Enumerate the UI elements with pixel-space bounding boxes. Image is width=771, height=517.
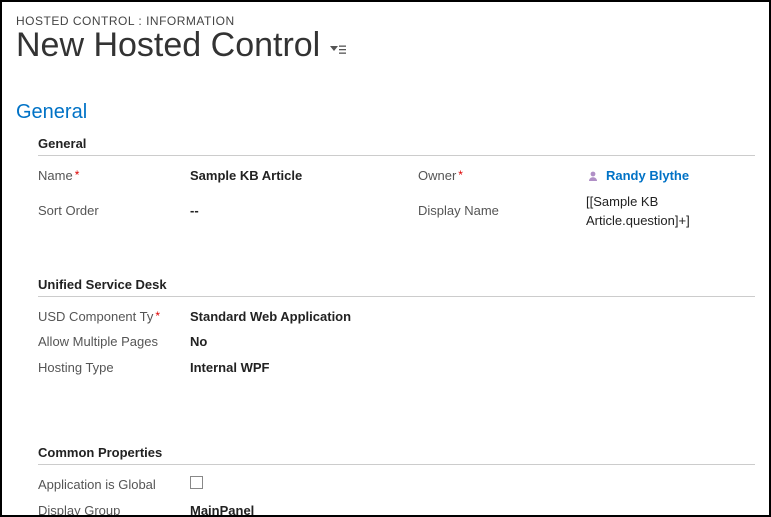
name-label-text: Name [38, 168, 73, 183]
subsection-title-usd: Unified Service Desk [38, 277, 755, 297]
hostingtype-value[interactable]: Internal WPF [190, 358, 269, 378]
sortorder-value[interactable]: -- [190, 201, 199, 221]
sortorder-label: Sort Order [38, 201, 190, 221]
required-asterisk-icon: * [155, 309, 160, 323]
allowmulti-value[interactable]: No [190, 332, 207, 352]
required-asterisk-icon: * [75, 168, 80, 182]
row-componenttype: USD Component Ty* Standard Web Applicati… [38, 307, 755, 327]
row-name-owner: Name* Sample KB Article Owner* Randy Bly… [38, 166, 755, 186]
page-title: New Hosted Control [16, 26, 320, 65]
displaygroup-value[interactable]: MainPanel [190, 501, 254, 517]
person-icon [586, 169, 600, 183]
hostingtype-label: Hosting Type [38, 358, 190, 378]
required-asterisk-icon: * [458, 168, 463, 182]
owner-value[interactable]: Randy Blythe [586, 166, 689, 186]
appglobal-label: Application is Global [38, 475, 190, 495]
row-appglobal: Application is Global [38, 475, 755, 495]
componenttype-label: USD Component Ty* [38, 307, 190, 327]
owner-label-text: Owner [418, 168, 456, 183]
displayname-label: Display Name [418, 201, 586, 221]
name-label: Name* [38, 166, 190, 186]
row-sortorder-displayname: Sort Order -- Display Name [[Sample KB A… [38, 192, 755, 231]
row-displaygroup: Display Group MainPanel [38, 501, 755, 517]
owner-label: Owner* [418, 166, 586, 186]
name-value[interactable]: Sample KB Article [190, 166, 302, 186]
title-row: New Hosted Control [16, 26, 755, 65]
subsection-title-common: Common Properties [38, 445, 755, 465]
section-header-general[interactable]: General [16, 101, 755, 124]
subsection-title-general: General [38, 136, 755, 156]
componenttype-label-text: USD Component Ty [38, 309, 153, 324]
owner-link[interactable]: Randy Blythe [606, 166, 689, 186]
row-allowmulti: Allow Multiple Pages No [38, 332, 755, 352]
displayname-value[interactable]: [[Sample KB Article.question]+] [586, 192, 755, 231]
displaygroup-label: Display Group [38, 501, 190, 517]
form-selector-icon[interactable] [330, 34, 346, 58]
row-hostingtype: Hosting Type Internal WPF [38, 358, 755, 378]
componenttype-value[interactable]: Standard Web Application [190, 307, 351, 327]
subsection-general: General Name* Sample KB Article Owner* R… [38, 136, 755, 517]
form-window: HOSTED CONTROL : INFORMATION New Hosted … [0, 0, 771, 517]
allowmulti-label: Allow Multiple Pages [38, 332, 190, 352]
appglobal-value [190, 475, 203, 495]
appglobal-checkbox[interactable] [190, 476, 203, 489]
